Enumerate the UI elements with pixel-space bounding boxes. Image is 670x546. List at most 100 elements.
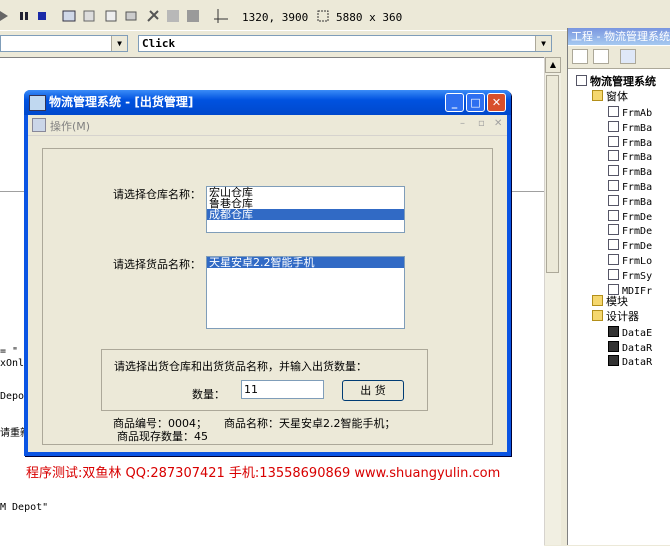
scroll-thumb[interactable]	[546, 75, 559, 273]
dialog-title: 物流管理系统 - [出货管理]	[49, 95, 194, 109]
chevron-down-icon[interactable]: ▼	[535, 36, 551, 51]
tree-item[interactable]: FrmDe	[608, 224, 652, 239]
view-code-icon[interactable]	[572, 49, 588, 64]
run-icon[interactable]	[0, 9, 14, 23]
dialog-body: 操作(M) – ▫ ✕ 请选择仓库名称： 宏山仓库 鲁巷仓库 成都仓库 请选择货品名…	[28, 115, 507, 452]
footer-credit: 程序测试:双鱼林 QQ:287307421 手机:13558690869 www…	[26, 466, 501, 481]
project-icon	[576, 75, 587, 86]
form-layout-icon[interactable]	[104, 9, 118, 23]
editor-scrollbar[interactable]: ▲	[544, 57, 561, 545]
size-readout: 5880 x 360	[336, 11, 403, 24]
folder-icon	[592, 295, 603, 306]
position-icon	[214, 9, 228, 23]
size-icon	[316, 9, 330, 23]
toolbox-icon[interactable]	[146, 9, 160, 23]
tree-item[interactable]: FrmSy	[608, 268, 652, 284]
form-icon	[608, 135, 619, 147]
tree-item[interactable]: FrmBa	[608, 165, 652, 180]
tree-item[interactable]: DataR	[608, 355, 652, 370]
goods-listbox[interactable]: 天星安卓2.2智能手机	[206, 256, 405, 329]
form-icon	[608, 239, 619, 251]
shipment-dialog: 物流管理系统 - [出货管理] _ □ ✕ 操作(M) – ▫ ✕ 请选择仓库名…	[24, 90, 511, 456]
tree-item[interactable]: FrmLo	[608, 254, 652, 269]
stock-text: 商品现存数量：45	[117, 430, 208, 443]
scroll-up-icon[interactable]: ▲	[545, 57, 561, 73]
maximize-icon[interactable]: □	[466, 93, 485, 112]
list-item[interactable]: 成都仓库	[207, 209, 404, 220]
dialog-titlebar[interactable]: 物流管理系统 - [出货管理] _ □ ✕	[24, 90, 511, 115]
object-combo[interactable]: ▼	[0, 35, 128, 52]
close-icon[interactable]: ✕	[487, 93, 506, 112]
position-readout: 1320, 3900	[242, 11, 309, 24]
data-view-icon[interactable]	[166, 9, 180, 23]
menu-operation[interactable]: 操作(M)	[50, 118, 90, 134]
chevron-down-icon[interactable]: ▼	[111, 36, 127, 51]
properties-icon[interactable]	[82, 9, 96, 23]
form-icon	[608, 120, 619, 132]
tree-root[interactable]: 物流管理系统	[576, 75, 656, 89]
tree-item[interactable]: FrmDe	[608, 209, 652, 225]
form-icon	[608, 254, 619, 265]
quantity-group: 请选择出货仓库和出货货品名称，并输入出货数量： 数量： 11 出 货	[101, 349, 428, 411]
form-icon	[608, 224, 619, 236]
ship-out-button[interactable]: 出 货	[342, 380, 404, 401]
tree-item[interactable]: FrmBa	[608, 150, 652, 165]
child-minimize-icon[interactable]: –	[460, 118, 465, 129]
warehouse-listbox[interactable]: 宏山仓库 鲁巷仓库 成都仓库	[206, 186, 405, 233]
tree-item[interactable]: FrmBa	[608, 135, 652, 151]
toggle-folders-icon[interactable]	[620, 49, 636, 64]
object-browser-icon[interactable]	[124, 9, 138, 23]
form-icon	[608, 106, 619, 117]
dialog-menubar: 操作(M) – ▫ ✕	[28, 115, 507, 136]
goods-label: 请选择货品名称：	[113, 258, 201, 271]
designer-icon	[608, 340, 619, 352]
goods-name-text: 商品名称：天星安卓2.2智能手机；	[224, 417, 396, 430]
pause-icon[interactable]	[18, 9, 32, 23]
tree-item[interactable]: FrmAb	[608, 106, 652, 121]
tree-item[interactable]: FrmBa	[608, 120, 652, 136]
quantity-input[interactable]: 11	[241, 380, 324, 399]
event-combo[interactable]: Click ▼	[138, 35, 552, 52]
stop-icon[interactable]	[36, 9, 50, 23]
form-icon	[608, 165, 619, 177]
form-icon	[608, 209, 619, 221]
form-icon	[608, 194, 619, 206]
shipment-panel: 请选择仓库名称： 宏山仓库 鲁巷仓库 成都仓库 请选择货品名称： 天星安卓2.2智能…	[42, 148, 493, 445]
folder-open-icon	[592, 90, 603, 101]
component-icon[interactable]	[186, 9, 200, 23]
tree-folder-designers[interactable]: 设计器	[592, 310, 639, 324]
tree-item[interactable]: FrmDe	[608, 239, 652, 254]
form-icon	[608, 283, 619, 295]
project-explorer-title: 工程 - 物流管理系统	[568, 28, 670, 45]
project-explorer-icon[interactable]	[62, 9, 76, 23]
view-object-icon[interactable]	[593, 49, 609, 64]
tree-folder-forms[interactable]: 窗体	[592, 90, 628, 104]
project-explorer: 工程 - 物流管理系统 物流管理系统 窗体 FrmAb FrmBa FrmBa Frm…	[567, 28, 670, 545]
project-explorer-toolbar	[568, 46, 670, 69]
folder-open-icon	[592, 310, 603, 321]
quantity-label: 数量：	[192, 388, 225, 401]
form-icon	[608, 268, 619, 280]
form-icon	[608, 180, 619, 191]
warehouse-label: 请选择仓库名称：	[113, 188, 201, 201]
app-icon	[29, 95, 46, 111]
tree-item[interactable]: FrmBa	[608, 180, 652, 195]
tree-item[interactable]: DataR	[608, 340, 652, 356]
code-line: = "	[0, 346, 19, 357]
minimize-icon[interactable]: _	[445, 93, 464, 112]
group-prompt: 请选择出货仓库和出货货品名称，并输入出货数量：	[114, 360, 367, 373]
child-close-icon[interactable]: ✕	[494, 118, 502, 129]
event-combo-value: Click	[142, 37, 176, 50]
child-restore-icon[interactable]: ▫	[478, 118, 485, 129]
list-item[interactable]: 天星安卓2.2智能手机	[207, 257, 404, 268]
child-window-icon	[32, 118, 46, 132]
code-line: M Depot"	[0, 502, 49, 513]
tree-folder-modules[interactable]: 模块	[592, 295, 628, 309]
code-combo-row: ▼ Click ▼	[0, 32, 568, 56]
designer-icon	[608, 355, 619, 366]
tree-item[interactable]: FrmBa	[608, 194, 652, 210]
tree-item[interactable]: DataE	[608, 326, 652, 341]
form-icon	[608, 150, 619, 162]
ide-toolbar: 1320, 3900 5880 x 360	[0, 0, 568, 31]
designer-icon	[608, 326, 619, 337]
